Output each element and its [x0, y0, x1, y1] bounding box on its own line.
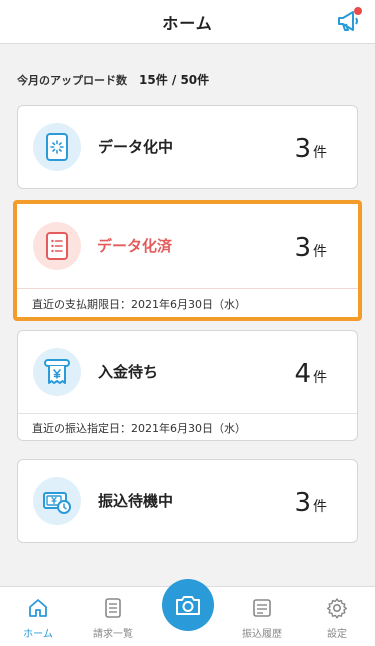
card-title: 振込待機中 [98, 492, 174, 510]
card-processing[interactable]: データ化中 3 件 [17, 105, 358, 189]
card-count: 3 件 [294, 488, 327, 518]
count-number: 3 [294, 134, 311, 164]
list-document-icon [33, 222, 81, 270]
card-title: データ化中 [98, 138, 174, 156]
nav-label: 請求一覧 [93, 629, 133, 640]
nav-label: ホーム [23, 629, 53, 640]
count-number: 3 [294, 488, 311, 518]
card-count: 3 件 [294, 134, 327, 164]
upload-count-label: 今月のアップロード数 [17, 74, 127, 87]
card-awaiting-payment[interactable]: 入金待ち 4 件 直近の振込指定日：2021年6月30日（水） [17, 330, 358, 441]
card-count: 3 件 [294, 233, 327, 263]
upload-count: 今月のアップロード数 15件 / 50件 [17, 71, 209, 88]
count-unit: 件 [313, 499, 327, 515]
count-number: 3 [294, 233, 311, 263]
transfer-history-icon [253, 599, 271, 617]
invoice-list-icon [105, 598, 121, 618]
loading-document-icon [33, 123, 81, 171]
nav-home[interactable]: ホーム [3, 597, 73, 640]
page-title: ホーム [162, 13, 213, 33]
app-header: ホーム [0, 0, 375, 44]
camera-button[interactable] [162, 579, 214, 631]
camera-icon [176, 596, 200, 615]
card-title: データ化済 [97, 237, 173, 255]
count-number: 4 [294, 359, 311, 389]
nav-settings[interactable]: 設定 [302, 597, 372, 640]
gear-icon [326, 598, 348, 619]
notification-badge [354, 7, 362, 15]
bottom-nav: ホーム 請求一覧 振込履歴 設定 [0, 579, 375, 646]
yen-clock-icon [33, 477, 81, 525]
yen-receipt-icon [33, 348, 81, 396]
megaphone-icon[interactable] [335, 7, 362, 34]
nav-invoice-list[interactable]: 請求一覧 [78, 597, 148, 640]
home-icon [29, 599, 47, 617]
nav-label: 設定 [327, 629, 347, 640]
count-unit: 件 [313, 145, 327, 161]
count-unit: 件 [313, 244, 327, 260]
card-title: 入金待ち [98, 363, 159, 381]
nav-label: 振込履歴 [242, 629, 282, 640]
count-unit: 件 [313, 370, 327, 386]
nav-transfer-history[interactable]: 振込履歴 [227, 597, 297, 640]
upload-count-value: 15件 / 50件 [139, 73, 210, 87]
card-transfer-waiting[interactable]: 振込待機中 3 件 [17, 459, 358, 543]
card-footer-transfer-date: 直近の振込指定日：2021年6月30日（水） [18, 413, 357, 442]
card-completed[interactable]: データ化済 3 件 直近の支払期限日：2021年6月30日（水） [13, 200, 362, 321]
card-count: 4 件 [294, 359, 327, 389]
card-footer-due-date: 直近の支払期限日：2021年6月30日（水） [17, 288, 358, 318]
